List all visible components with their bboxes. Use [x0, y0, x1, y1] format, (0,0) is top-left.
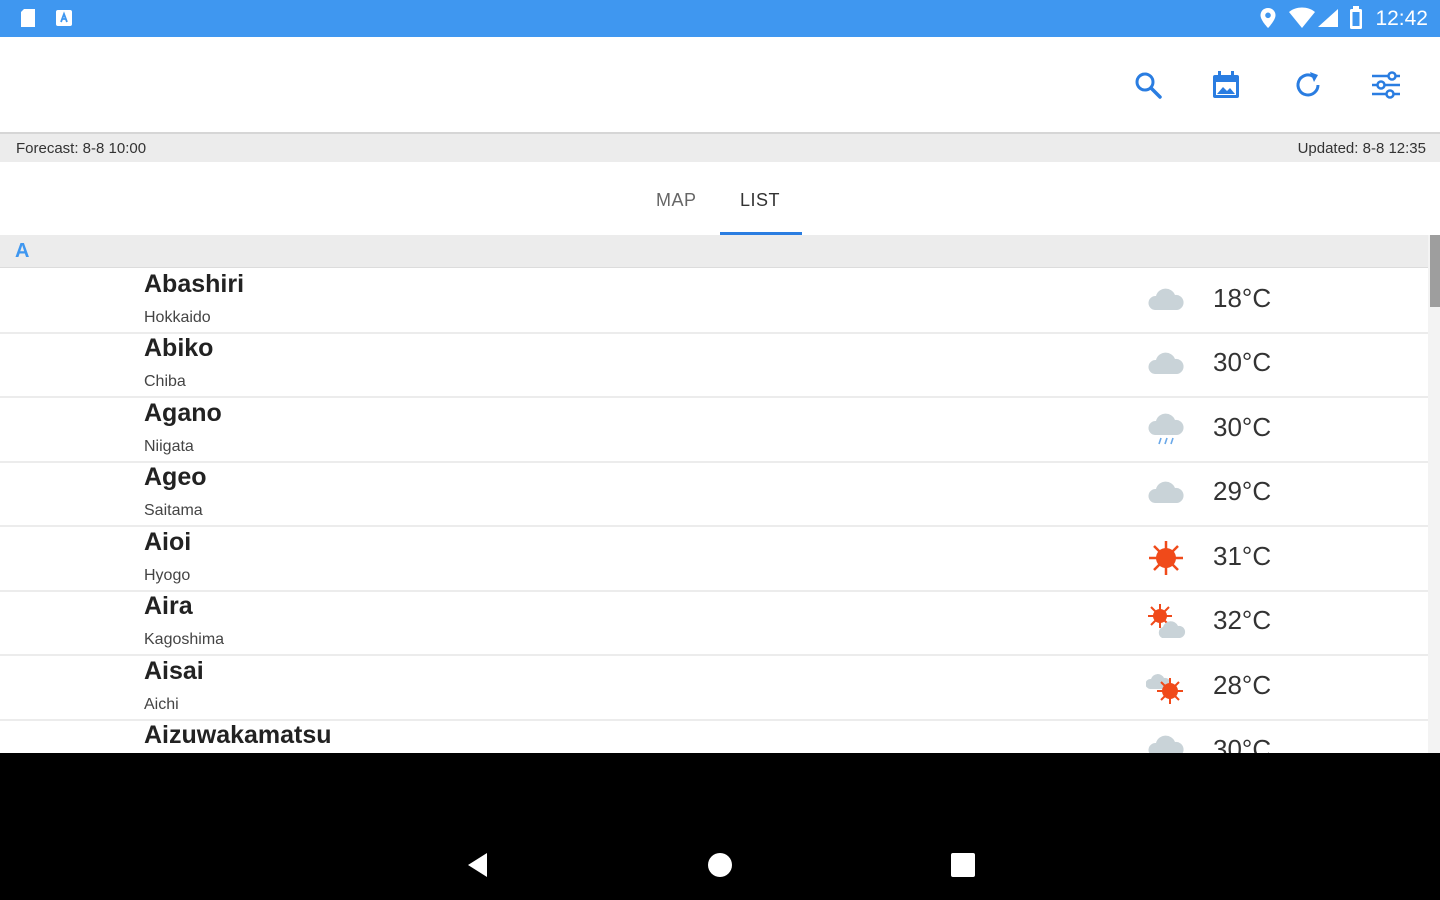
temperature: 30°C [1213, 734, 1272, 753]
cloud-sun-icon [1145, 669, 1186, 705]
temperature: 31°C [1213, 541, 1272, 571]
temperature: 32°C [1213, 605, 1272, 635]
prefecture-name: Aichi [144, 696, 179, 713]
temperature: 28°C [1213, 670, 1272, 700]
back-icon [468, 853, 487, 877]
list-item[interactable]: Aizuwakamatsu 30°C [0, 719, 1428, 753]
list-item[interactable]: Aioi Hyogo 31°C [0, 526, 1428, 592]
city-name: Ageo [144, 463, 207, 491]
updated-time: Updated: 8-8 12:35 [1297, 140, 1426, 157]
search-button[interactable] [1128, 65, 1168, 105]
sun-cloud-icon [1146, 604, 1186, 640]
sunny-icon [1146, 540, 1186, 576]
temperature: 18°C [1213, 283, 1272, 313]
recents-icon [951, 853, 975, 877]
sd-card-icon [18, 8, 38, 33]
list-item[interactable]: Ageo Saitama 29°C [0, 461, 1428, 527]
calendar-button[interactable] [1206, 65, 1246, 105]
temperature: 30°C [1213, 347, 1272, 377]
section-letter: A [15, 240, 30, 262]
city-name: Aioi [144, 528, 192, 556]
city-list[interactable]: Abashiri Hokkaido 18°C Abiko Chiba 30°C … [0, 268, 1428, 753]
recents-button[interactable] [943, 845, 983, 885]
prefecture-name: Hokkaido [144, 309, 211, 326]
cloudy-icon [1146, 282, 1186, 318]
prefecture-name: Niigata [144, 438, 194, 455]
list-item[interactable]: Aira Kagoshima 32°C [0, 590, 1428, 656]
info-bar: Forecast: 8-8 10:00 Updated: 8-8 12:35 [0, 134, 1440, 162]
list-item[interactable]: Aisai Aichi 28°C [0, 655, 1428, 721]
prefecture-name: Chiba [144, 373, 186, 390]
home-button[interactable] [700, 845, 740, 885]
battery-icon [1349, 6, 1363, 35]
app-notification-icon [54, 8, 74, 33]
wifi-icon [1288, 7, 1316, 34]
cloudy-icon [1146, 475, 1186, 511]
rain-cloud-icon [1146, 733, 1186, 753]
city-name: Aira [144, 592, 193, 620]
city-name: Aisai [144, 657, 204, 685]
tab-list[interactable]: LIST [740, 190, 780, 211]
rain-cloud-icon [1146, 411, 1186, 447]
scrollbar-thumb[interactable] [1430, 235, 1440, 307]
back-button[interactable] [458, 845, 498, 885]
prefecture-name: Saitama [144, 502, 203, 519]
location-icon [1259, 7, 1277, 34]
tab-map[interactable]: MAP [656, 190, 697, 211]
city-name: Abashiri [144, 270, 245, 298]
home-icon [708, 853, 732, 877]
settings-button[interactable] [1366, 65, 1406, 105]
list-item[interactable]: Abashiri Hokkaido 18°C [0, 268, 1428, 334]
prefecture-name: Hyogo [144, 567, 191, 584]
sliders-icon [1372, 71, 1400, 99]
temperature: 29°C [1213, 476, 1272, 506]
city-name: Aizuwakamatsu [144, 721, 332, 749]
list-item[interactable]: Agano Niigata 30°C [0, 397, 1428, 463]
scrollbar-track[interactable] [1428, 235, 1440, 753]
toolbar [0, 37, 1440, 134]
list-item[interactable]: Abiko Chiba 30°C [0, 332, 1428, 398]
refresh-button[interactable] [1288, 65, 1328, 105]
temperature: 30°C [1213, 412, 1272, 442]
cloudy-icon [1146, 346, 1186, 382]
city-name: Agano [144, 399, 222, 427]
status-time: 12:42 [1375, 7, 1428, 30]
section-header: A [0, 235, 1428, 268]
tab-bar: MAP LIST [0, 162, 1440, 235]
prefecture-name: Kagoshima [144, 631, 225, 648]
search-icon [1135, 72, 1162, 99]
forecast-time: Forecast: 8-8 10:00 [16, 140, 147, 157]
signal-icon [1316, 8, 1340, 33]
status-bar: 12:42 [0, 0, 1440, 37]
navigation-bar [0, 753, 1440, 900]
calendar-weather-icon [1213, 71, 1239, 98]
city-name: Abiko [144, 334, 214, 362]
refresh-icon [1296, 72, 1320, 97]
